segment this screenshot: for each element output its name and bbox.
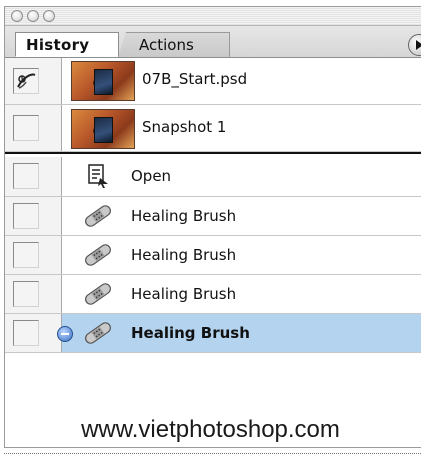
panel-tab-row: History Actions xyxy=(5,26,421,58)
history-source-gutter xyxy=(5,236,62,274)
history-source-checkbox[interactable] xyxy=(13,281,39,307)
close-window-button[interactable] xyxy=(11,10,23,22)
snapshot-thumbnail xyxy=(71,61,135,101)
history-state-row[interactable]: Open xyxy=(5,157,421,197)
bottom-dotted-rule xyxy=(4,453,421,454)
history-state-row[interactable]: Healing Brush xyxy=(5,197,421,236)
open-document-icon xyxy=(88,164,108,188)
history-source-gutter xyxy=(5,275,62,313)
history-panel: History Actions 07B_Start.psd Snapshot 1… xyxy=(4,6,421,448)
history-source-checkbox[interactable] xyxy=(13,242,39,268)
tab-history[interactable]: History xyxy=(15,32,119,57)
history-state-label: Healing Brush xyxy=(131,246,237,264)
history-source-checkbox[interactable] xyxy=(13,68,39,94)
snapshot-thumbnail xyxy=(71,109,135,149)
zoom-window-button[interactable] xyxy=(43,10,55,22)
snapshot-row-document[interactable]: 07B_Start.psd xyxy=(5,58,421,105)
history-source-checkbox[interactable] xyxy=(13,163,39,189)
history-source-checkbox[interactable] xyxy=(13,320,39,346)
history-state-label: Healing Brush xyxy=(131,324,250,342)
history-state-label: Healing Brush xyxy=(131,207,237,225)
history-brush-icon xyxy=(17,73,36,89)
healing-brush-icon xyxy=(85,244,111,266)
history-state-row[interactable]: Healing Brush xyxy=(5,236,421,275)
history-state-row-selected[interactable]: Healing Brush xyxy=(5,314,421,353)
history-source-gutter xyxy=(5,105,62,151)
history-state-slider-icon[interactable] xyxy=(57,326,73,342)
watermark-text: www.vietphotoshop.com xyxy=(81,416,340,443)
history-source-gutter xyxy=(5,58,62,104)
snapshot-label: 07B_Start.psd xyxy=(142,70,248,88)
snapshot-label: Snapshot 1 xyxy=(142,118,227,136)
history-source-gutter xyxy=(5,314,62,352)
healing-brush-icon xyxy=(85,322,111,344)
healing-brush-icon xyxy=(85,283,111,305)
history-source-gutter xyxy=(5,197,62,235)
tab-actions[interactable]: Actions xyxy=(118,32,230,57)
snapshot-row-1[interactable]: Snapshot 1 xyxy=(5,105,421,152)
healing-brush-icon xyxy=(85,205,111,227)
history-state-row[interactable]: Healing Brush xyxy=(5,275,421,314)
history-state-label: Healing Brush xyxy=(131,285,237,303)
panel-menu-button[interactable] xyxy=(408,34,421,56)
history-source-checkbox[interactable] xyxy=(13,203,39,229)
history-state-label: Open xyxy=(131,167,172,185)
history-source-gutter xyxy=(5,157,62,196)
panel-title-bar xyxy=(5,7,421,26)
history-source-checkbox[interactable] xyxy=(13,115,39,141)
minimize-window-button[interactable] xyxy=(27,10,39,22)
